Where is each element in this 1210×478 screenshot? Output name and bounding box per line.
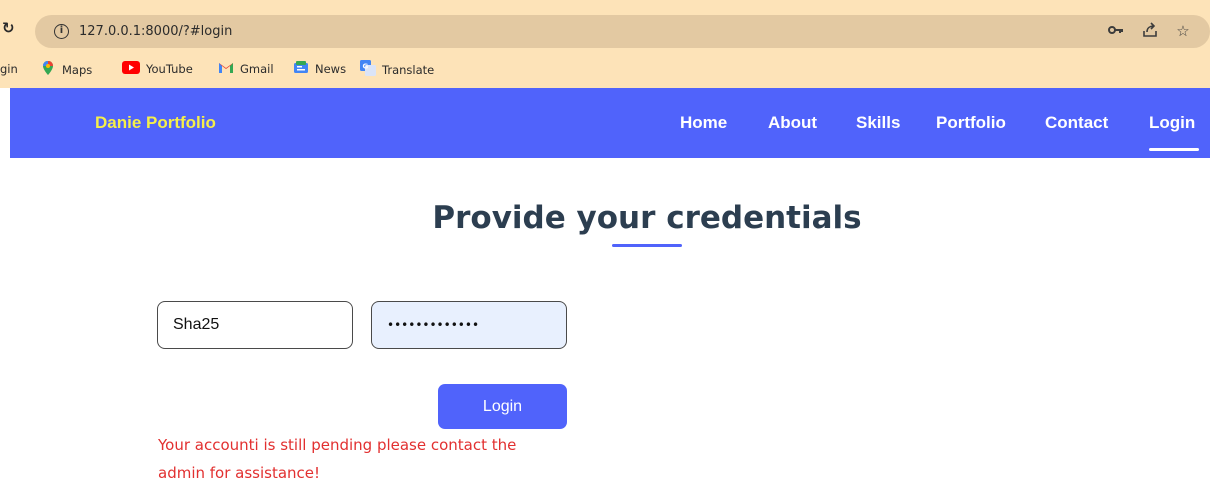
bookmarks-bar: gin Maps YouTube Gmail News G Translate bbox=[0, 58, 1210, 80]
maps-icon bbox=[40, 60, 56, 81]
bookmark-maps[interactable]: Maps bbox=[40, 60, 92, 78]
translate-icon: G bbox=[360, 60, 376, 81]
key-icon[interactable] bbox=[1106, 21, 1126, 41]
nav-skills[interactable]: Skills bbox=[856, 113, 900, 133]
browser-chrome: ↻ i 127.0.0.1:8000/?#login ☆ gin Maps Yo… bbox=[0, 0, 1210, 88]
nav-contact[interactable]: Contact bbox=[1045, 113, 1108, 133]
site-navbar: Danie Portfolio Home About Skills Portfo… bbox=[10, 88, 1210, 158]
nav-home[interactable]: Home bbox=[680, 113, 727, 133]
news-icon bbox=[293, 60, 309, 79]
bookmark-news[interactable]: News bbox=[293, 60, 346, 78]
nav-login[interactable]: Login bbox=[1149, 113, 1195, 133]
share-icon[interactable] bbox=[1140, 21, 1160, 41]
brand-logo[interactable]: Danie Portfolio bbox=[95, 113, 216, 133]
error-message: Your accounti is still pending please co… bbox=[158, 436, 517, 478]
address-bar[interactable]: i 127.0.0.1:8000/?#login ☆ bbox=[35, 15, 1210, 48]
username-input[interactable] bbox=[157, 301, 353, 349]
bookmark-translate[interactable]: G Translate bbox=[360, 60, 434, 78]
page-title: Provide your credentials bbox=[432, 200, 862, 236]
gmail-icon bbox=[218, 61, 234, 79]
site-info-icon[interactable]: i bbox=[54, 24, 69, 39]
svg-text:G: G bbox=[363, 63, 369, 71]
title-underline bbox=[612, 244, 682, 247]
password-input[interactable] bbox=[371, 301, 567, 349]
nav-about[interactable]: About bbox=[768, 113, 817, 133]
bookmark-item[interactable]: gin bbox=[0, 60, 18, 78]
bookmark-gmail[interactable]: Gmail bbox=[218, 60, 274, 78]
star-icon[interactable]: ☆ bbox=[1173, 21, 1193, 41]
youtube-icon bbox=[122, 60, 140, 79]
active-nav-indicator bbox=[1149, 148, 1199, 151]
login-button[interactable]: Login bbox=[438, 384, 567, 429]
bookmark-youtube[interactable]: YouTube bbox=[122, 60, 193, 78]
url-text[interactable]: 127.0.0.1:8000/?#login bbox=[79, 23, 232, 40]
nav-portfolio[interactable]: Portfolio bbox=[936, 113, 1006, 133]
reload-icon[interactable]: ↻ bbox=[2, 18, 20, 38]
